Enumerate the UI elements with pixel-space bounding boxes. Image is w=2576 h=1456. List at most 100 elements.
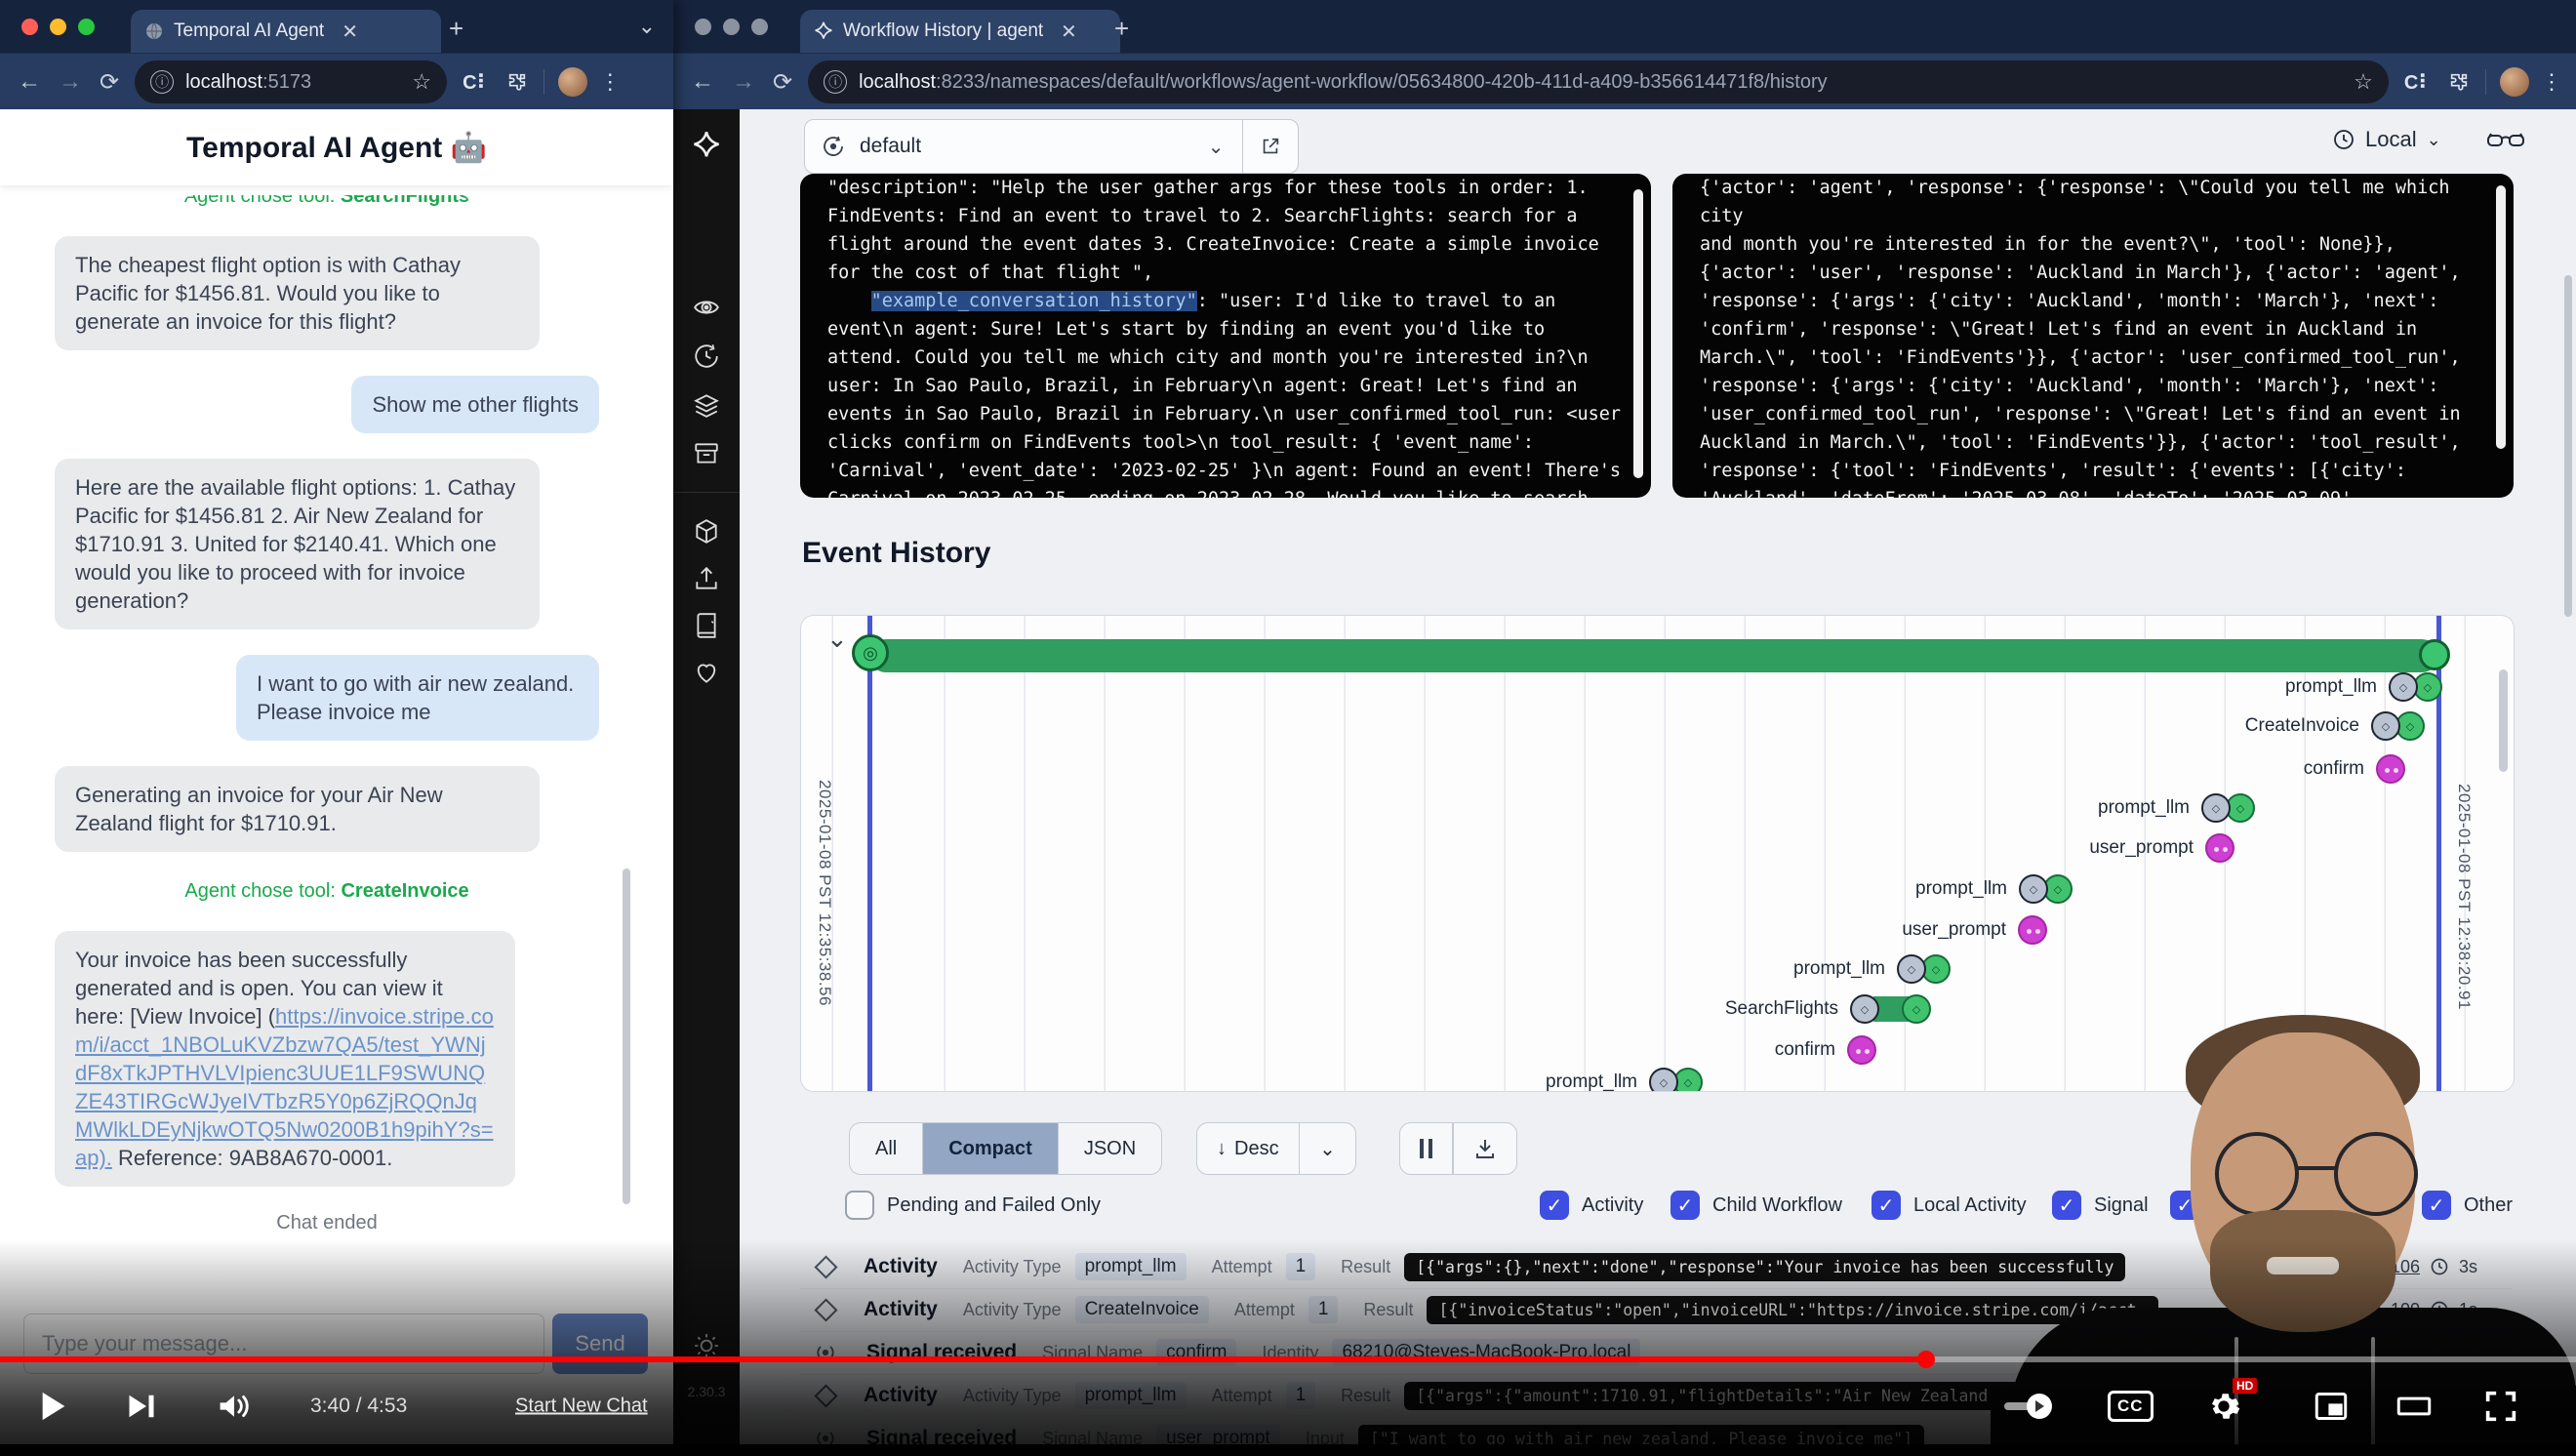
tab-all[interactable]: All bbox=[850, 1123, 922, 1174]
theater-mode-button[interactable] bbox=[2396, 1394, 2432, 1419]
timeline-event[interactable]: prompt_llm ◇◇ bbox=[2019, 874, 2073, 904]
checkbox-checked[interactable]: ✓ bbox=[1540, 1191, 1569, 1220]
browser-menu-icon[interactable]: ⋮ bbox=[2541, 69, 2562, 95]
sort-desc-button[interactable]: ↓Desc bbox=[1197, 1123, 1299, 1174]
tab-workflow-history[interactable]: Workflow History | agent-wor ✕ bbox=[800, 10, 1120, 53]
stack-layers-icon[interactable] bbox=[692, 390, 721, 420]
feedback-heart-icon[interactable] bbox=[692, 658, 721, 687]
timeline-scrollbar[interactable] bbox=[2499, 669, 2508, 772]
bookmark-star-icon[interactable]: ☆ bbox=[402, 69, 431, 95]
package-cube-icon[interactable] bbox=[692, 517, 721, 546]
ci-extension-icon[interactable]: C⠇ bbox=[2404, 70, 2433, 95]
collapse-chevron-icon[interactable]: ⌄ bbox=[826, 624, 848, 654]
archive-box-icon[interactable] bbox=[692, 439, 721, 468]
progress-bar-remaining[interactable] bbox=[1926, 1356, 2576, 1362]
code-scrollbar[interactable] bbox=[1633, 189, 1643, 478]
bookmark-star-icon[interactable]: ☆ bbox=[2344, 69, 2373, 95]
timeline-event[interactable]: user_prompt bbox=[2205, 833, 2234, 863]
forward-button[interactable]: → bbox=[732, 68, 755, 96]
extensions-puzzle-icon[interactable] bbox=[2448, 71, 2470, 93]
glasses-right-lens bbox=[2334, 1132, 2418, 1216]
forward-button[interactable]: → bbox=[59, 68, 82, 96]
progress-scrubber[interactable] bbox=[1917, 1351, 1935, 1368]
tab-temporal-ai-agent[interactable]: Temporal AI Agent ✕ bbox=[131, 10, 441, 53]
tab-title: Workflow History | agent-wor bbox=[843, 20, 1043, 42]
new-tab-button[interactable]: + bbox=[1114, 16, 1129, 41]
fullscreen-button[interactable] bbox=[2484, 1390, 2517, 1423]
close-window-button[interactable] bbox=[21, 19, 38, 35]
autoplay-toggle[interactable] bbox=[1996, 1392, 2059, 1421]
sort-chevron-button[interactable]: ⌄ bbox=[1300, 1123, 1355, 1174]
volume-button[interactable] bbox=[217, 1392, 252, 1421]
timezone-select[interactable]: Local ⌄ bbox=[2332, 127, 2441, 152]
new-tab-button[interactable]: + bbox=[449, 16, 463, 41]
open-external-icon[interactable] bbox=[1243, 136, 1298, 157]
address-bar[interactable]: ⓘ localhost :5173 ☆ bbox=[135, 61, 447, 103]
tab-compact[interactable]: Compact bbox=[922, 1123, 1058, 1174]
schedules-clock-icon[interactable] bbox=[692, 342, 721, 371]
start-new-chat-link[interactable]: Start New Chat bbox=[515, 1395, 648, 1418]
docs-book-icon[interactable] bbox=[692, 611, 721, 640]
page-scrollbar[interactable] bbox=[2564, 275, 2572, 617]
pause-button[interactable] bbox=[1400, 1123, 1452, 1174]
back-button[interactable]: ← bbox=[691, 68, 714, 96]
timeline-event[interactable]: prompt_llm ◇◇ bbox=[2201, 793, 2255, 823]
checkbox-checked[interactable]: ✓ bbox=[1872, 1191, 1901, 1220]
close-tab-icon[interactable]: ✕ bbox=[1061, 20, 1077, 44]
chat-messages[interactable]: Agent chose tool: SearchFlights The chea… bbox=[0, 187, 673, 1319]
miniplayer-button[interactable] bbox=[2314, 1392, 2348, 1421]
close-window-button[interactable] bbox=[695, 19, 711, 35]
captions-button[interactable]: CC bbox=[2108, 1391, 2153, 1422]
maximize-window-button[interactable] bbox=[751, 19, 768, 35]
maximize-window-button[interactable] bbox=[78, 19, 95, 35]
workflows-eye-icon[interactable] bbox=[692, 293, 721, 322]
tab-search-chevron-icon[interactable]: ⌄ bbox=[638, 14, 656, 39]
timeline-event[interactable]: prompt_llm ◇◇ bbox=[2389, 672, 2442, 702]
checkbox-unchecked[interactable] bbox=[845, 1191, 874, 1220]
timeline-event[interactable]: SearchFlights ◇◇ bbox=[1850, 994, 1931, 1024]
tab-json[interactable]: JSON bbox=[1058, 1123, 1161, 1174]
event-history-title: Event History bbox=[802, 537, 990, 570]
browser-menu-icon[interactable]: ⋮ bbox=[599, 69, 621, 95]
workflow-end-marker[interactable] bbox=[2419, 639, 2450, 670]
minimize-window-button[interactable] bbox=[723, 19, 740, 35]
back-button[interactable]: ← bbox=[18, 68, 41, 96]
code-scrollbar[interactable] bbox=[2496, 185, 2506, 449]
download-button[interactable] bbox=[1454, 1123, 1516, 1174]
labs-glasses-icon[interactable] bbox=[2486, 127, 2525, 152]
timeline-event[interactable]: CreateInvoice ◇◇ bbox=[2371, 711, 2425, 741]
timeline-event[interactable]: confirm bbox=[2376, 754, 2405, 784]
profile-avatar[interactable] bbox=[558, 67, 587, 97]
timeline-event[interactable]: confirm bbox=[1847, 1035, 1876, 1065]
chat-scrollbar[interactable] bbox=[623, 869, 630, 1204]
ci-extension-icon[interactable]: C⠇ bbox=[463, 70, 491, 95]
extensions-puzzle-icon[interactable] bbox=[506, 71, 528, 93]
tab-title: Temporal AI Agent bbox=[174, 20, 324, 42]
filter-child-workflow[interactable]: ✓ Child Workflow bbox=[1670, 1191, 1842, 1220]
reload-button[interactable]: ⟳ bbox=[773, 68, 792, 97]
timeline-event[interactable]: prompt_llm ◇◇ bbox=[1897, 954, 1951, 984]
namespace-select[interactable]: default ⌄ bbox=[804, 119, 1299, 174]
site-info-icon[interactable]: ⓘ bbox=[824, 70, 847, 94]
filter-activity[interactable]: ✓ Activity bbox=[1540, 1191, 1643, 1220]
progress-bar-played[interactable] bbox=[0, 1356, 1926, 1362]
window-controls[interactable] bbox=[21, 19, 95, 35]
export-upload-icon[interactable] bbox=[692, 564, 721, 593]
settings-gear-button[interactable]: HD bbox=[2207, 1390, 2240, 1423]
play-button[interactable] bbox=[39, 1390, 68, 1423]
close-tab-icon[interactable]: ✕ bbox=[342, 20, 358, 44]
reload-button[interactable]: ⟳ bbox=[100, 68, 119, 97]
next-button[interactable] bbox=[127, 1393, 156, 1420]
timeline-event[interactable]: user_prompt bbox=[2018, 915, 2047, 945]
workflow-start-marker[interactable]: ◎ bbox=[852, 634, 889, 671]
site-info-icon[interactable]: ⓘ bbox=[150, 70, 174, 94]
window-controls[interactable] bbox=[695, 19, 768, 35]
temporal-logo-icon[interactable] bbox=[692, 131, 721, 160]
minimize-window-button[interactable] bbox=[50, 19, 66, 35]
timeline-event[interactable]: prompt_llm ◇◇ bbox=[1649, 1068, 1703, 1092]
checkbox-checked[interactable]: ✓ bbox=[1670, 1191, 1700, 1220]
workflow-execution-bar[interactable] bbox=[869, 639, 2438, 672]
filter-pending-failed[interactable]: Pending and Failed Only bbox=[845, 1191, 1101, 1220]
address-bar[interactable]: ⓘ localhost :8233/namespaces/default/wor… bbox=[808, 61, 2389, 103]
profile-avatar[interactable] bbox=[2500, 67, 2529, 97]
